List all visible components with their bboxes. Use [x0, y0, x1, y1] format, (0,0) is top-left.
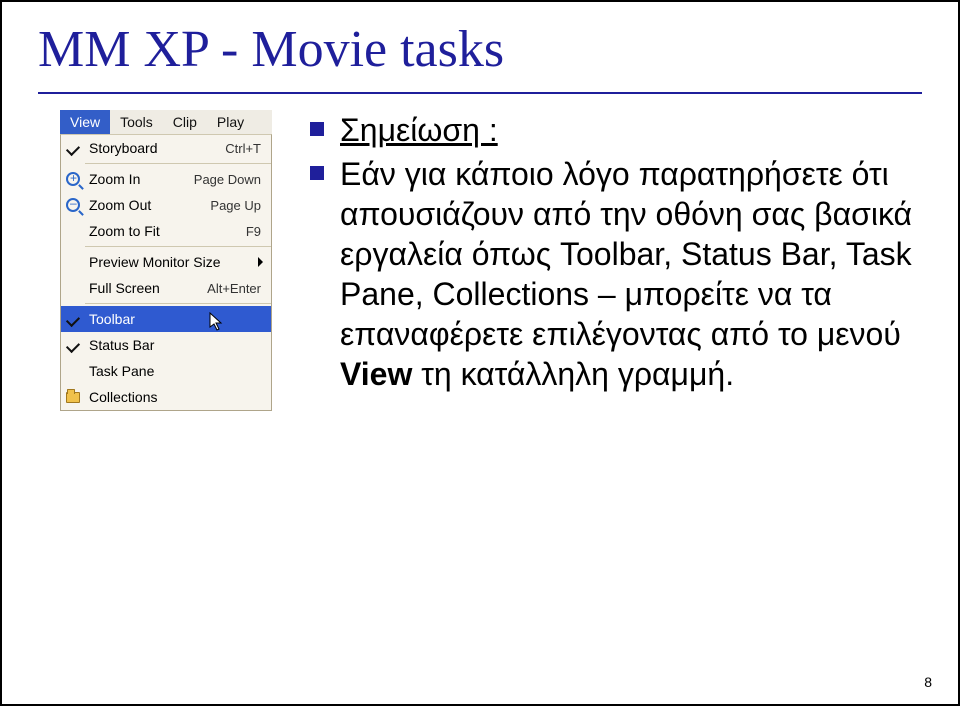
menubar-play[interactable]: Play	[207, 110, 254, 134]
menu-status-bar[interactable]: Status Bar	[61, 332, 271, 358]
paragraph: Εάν για κάποιο λόγο παρατηρήσετε ότι απο…	[340, 154, 918, 394]
menu-item-label: Preview Monitor Size	[85, 254, 271, 270]
menu-separator	[85, 246, 271, 247]
menu-item-label: Zoom to Fit	[85, 223, 246, 239]
view-menu-screenshot: View Tools Clip Play Storyboard Ctrl+T Z…	[60, 110, 272, 411]
menu-item-label: Collections	[85, 389, 271, 405]
title-rule	[38, 92, 922, 94]
menu-item-shortcut: F9	[246, 224, 271, 239]
menu-item-label: Storyboard	[85, 140, 225, 156]
paragraph-part-b: τη κατάλληλη γραμμή.	[412, 356, 734, 392]
zoom-in-icon	[61, 166, 85, 192]
menu-item-shortcut: Ctrl+T	[225, 141, 271, 156]
blank-icon	[61, 358, 85, 384]
menubar-tools[interactable]: Tools	[110, 110, 163, 134]
folder-icon	[61, 384, 85, 410]
slide-title: ΜΜ XP - Movie tasks	[38, 20, 504, 79]
menu-zoom-out[interactable]: Zoom Out Page Up	[61, 192, 271, 218]
bullet-icon	[310, 166, 324, 180]
menu-item-shortcut: Page Up	[210, 198, 271, 213]
body-text: Σημείωση : Εάν για κάποιο λόγο παρατηρήσ…	[310, 110, 918, 398]
page-number: 8	[924, 674, 932, 690]
menubar-clip[interactable]: Clip	[163, 110, 207, 134]
menu-item-shortcut: Alt+Enter	[207, 281, 271, 296]
zoom-out-icon	[61, 192, 85, 218]
menu-separator	[85, 163, 271, 164]
menu-item-shortcut: Page Down	[194, 172, 271, 187]
menu-item-label: Zoom Out	[85, 197, 210, 213]
check-icon	[61, 135, 85, 161]
menu-preview-size[interactable]: Preview Monitor Size	[61, 249, 271, 275]
menubar-view[interactable]: View	[60, 110, 110, 134]
blank-icon	[61, 275, 85, 301]
submenu-arrow-icon	[258, 257, 263, 267]
menu-item-label: Toolbar	[85, 311, 271, 327]
note-label: Σημείωση :	[340, 112, 498, 148]
menu-storyboard[interactable]: Storyboard Ctrl+T	[61, 135, 271, 161]
menu-full-screen[interactable]: Full Screen Alt+Enter	[61, 275, 271, 301]
slide: ΜΜ XP - Movie tasks View Tools Clip Play…	[0, 0, 960, 706]
menu-task-pane[interactable]: Task Pane	[61, 358, 271, 384]
menu-zoom-to-fit[interactable]: Zoom to Fit F9	[61, 218, 271, 244]
menu-item-label: Zoom In	[85, 171, 194, 187]
blank-icon	[61, 218, 85, 244]
menu-item-label: Task Pane	[85, 363, 271, 379]
menu-toolbar[interactable]: Toolbar	[61, 306, 271, 332]
check-icon	[61, 332, 85, 358]
blank-icon	[61, 249, 85, 275]
bullet-note: Σημείωση :	[310, 110, 918, 150]
cursor-icon	[209, 312, 223, 332]
menu-zoom-in[interactable]: Zoom In Page Down	[61, 166, 271, 192]
bullet-paragraph: Εάν για κάποιο λόγο παρατηρήσετε ότι απο…	[310, 154, 918, 394]
view-dropdown: Storyboard Ctrl+T Zoom In Page Down Zoom…	[60, 134, 272, 411]
paragraph-part-a: Εάν για κάποιο λόγο παρατηρήσετε ότι απο…	[340, 156, 912, 352]
check-icon	[61, 306, 85, 332]
menu-item-label: Full Screen	[85, 280, 207, 296]
menu-item-label: Status Bar	[85, 337, 271, 353]
menu-collections[interactable]: Collections	[61, 384, 271, 410]
paragraph-bold: View	[340, 356, 412, 392]
bullet-icon	[310, 122, 324, 136]
menubar: View Tools Clip Play	[60, 110, 272, 134]
menu-separator	[85, 303, 271, 304]
